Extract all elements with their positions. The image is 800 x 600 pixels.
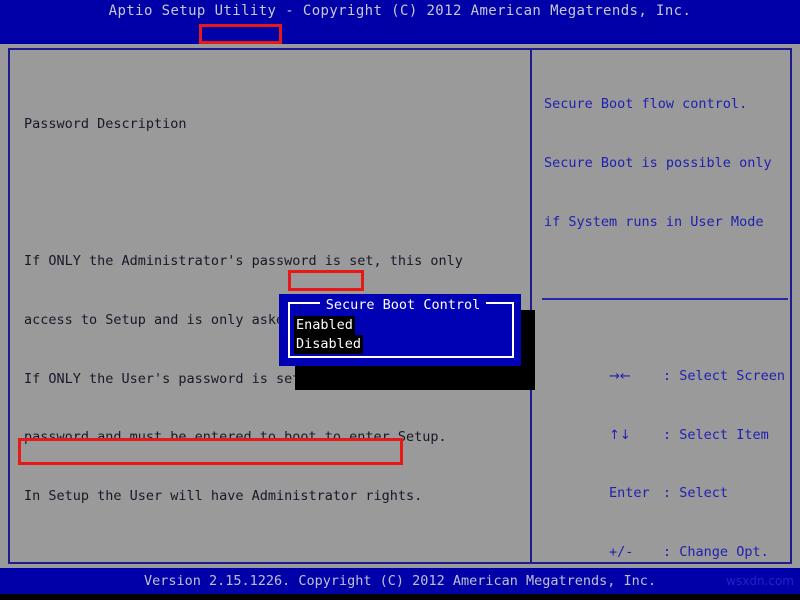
bios-setup-screen: Aptio Setup Utility - Copyright (C) 2012… (0, 0, 800, 600)
separator: : (663, 367, 680, 384)
description-line-1: If ONLY the Administrator's password is … (24, 252, 463, 269)
help-divider (542, 298, 788, 300)
password-description-heading: Password Description (24, 115, 187, 132)
bottom-strip (0, 594, 800, 600)
action: Change Opt. (679, 544, 769, 561)
separator: : (663, 426, 680, 443)
key-name: +/- (609, 544, 634, 561)
help-line-3: if System runs in User Mode (544, 213, 764, 230)
dialog-inner-border: Secure Boot Control Enabled Disabled (288, 297, 514, 358)
key-legend-change-opt: +/-: Change Opt. (544, 524, 794, 560)
dialog-title-wrap: Secure Boot Control (290, 294, 516, 314)
key-legend: →←: Select Screen ↑↓: Select Item Enter:… (544, 308, 794, 600)
action: Select Screen (679, 367, 785, 384)
description-line-4: password and must be entered to boot to … (24, 429, 447, 446)
help-line-1: Secure Boot flow control. (544, 96, 748, 113)
dialog-option-disabled[interactable]: Disabled (294, 335, 364, 354)
separator: : (663, 485, 680, 502)
window-title: Aptio Setup Utility - Copyright (C) 2012… (0, 0, 800, 22)
arrow-up-down-icon: ↑↓ (609, 427, 631, 443)
action: Select (679, 485, 729, 502)
key-legend-select-screen: →←: Select Screen (544, 347, 794, 384)
version-footer: Version 2.15.1226. Copyright (C) 2012 Am… (0, 568, 800, 594)
separator: : (663, 544, 680, 561)
menu-bar: Main Advanced Boot Security Save & Exit (0, 22, 800, 88)
help-line-2: Secure Boot is possible only (544, 154, 772, 171)
key-legend-select-item: ↑↓: Select Item (544, 406, 794, 443)
setup-body: Password Description If ONLY the Adminis… (0, 44, 800, 568)
key-name: Enter (609, 485, 650, 502)
description-line-5: In Setup the User will have Administrato… (24, 488, 423, 505)
watermark: wsxdn.com (726, 574, 794, 588)
key-legend-enter: Enter: Select (544, 465, 794, 501)
secure-boot-control-dialog: Secure Boot Control Enabled Disabled (279, 294, 521, 366)
dialog-option-enabled[interactable]: Enabled (294, 316, 355, 335)
action: Select Item (679, 426, 769, 443)
help-text: Secure Boot flow control. Secure Boot is… (544, 56, 784, 272)
dialog-title: Secure Boot Control (319, 297, 487, 313)
arrow-left-right-icon: →← (609, 368, 631, 384)
